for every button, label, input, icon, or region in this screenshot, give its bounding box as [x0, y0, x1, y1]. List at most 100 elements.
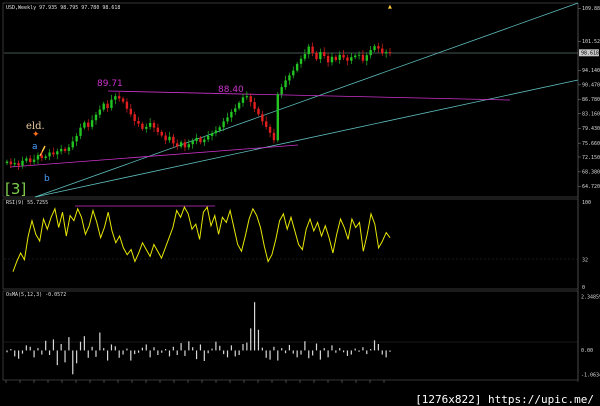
osma-tick-label: 0.00: [581, 348, 593, 354]
candle-body: [71, 141, 74, 148]
candle-body: [21, 160, 24, 166]
candle-body: [56, 151, 59, 155]
rsi-header: RSI(9) 55.7255: [6, 200, 48, 206]
candle-body: [365, 55, 368, 61]
label-b: b: [44, 174, 50, 184]
candle-body: [176, 143, 179, 147]
candle-body: [94, 114, 98, 121]
candle-body: [357, 54, 361, 56]
candle-body: [125, 101, 129, 109]
candle-body: [160, 132, 163, 136]
candle-body: [245, 96, 249, 98]
candle-body: [280, 87, 283, 95]
candle-body: [323, 52, 326, 57]
candle-body: [25, 158, 28, 161]
rsi-scale: 100 32 0: [582, 200, 591, 291]
candle-body: [284, 80, 287, 88]
candle-body: [361, 54, 365, 61]
candle-body: [210, 133, 214, 136]
candle-body: [295, 63, 299, 71]
candle-body: [164, 135, 167, 141]
rsi-tick-label: 0: [582, 285, 585, 291]
candle-body: [172, 136, 175, 144]
candle-body: [218, 127, 221, 131]
candle-body: [44, 156, 47, 158]
candle-body: [168, 136, 171, 141]
candle-body: [17, 163, 20, 166]
candle-body: [334, 56, 338, 60]
candle-body: [87, 122, 90, 127]
candle-body: [152, 122, 156, 128]
candle-body: [265, 121, 268, 127]
candle-body: [133, 114, 136, 121]
candle-body: [261, 114, 264, 122]
candle-body: [377, 46, 380, 49]
candle-body: [148, 122, 152, 127]
price-tick-label: 101.520: [582, 39, 600, 45]
candle-body: [98, 109, 102, 115]
candle-body: [141, 123, 144, 129]
main-panel-frame: [2, 2, 579, 198]
candle-body: [110, 99, 113, 108]
candle-body: [373, 46, 376, 51]
candle-body: [350, 57, 353, 61]
price-tick-label: 83.160: [582, 111, 600, 117]
candle-body: [338, 54, 341, 60]
label-wave-3: [3]: [5, 180, 26, 198]
candle-body: [307, 46, 310, 55]
candle-body: [292, 70, 295, 76]
candle-body: [222, 121, 225, 128]
candle-body: [214, 130, 218, 134]
candle-body: [75, 135, 78, 142]
osma-panel-frame: [2, 290, 579, 381]
rsi-series-line: [12, 205, 391, 272]
candle-body: [90, 120, 94, 127]
osma-bars-layer: [6, 302, 391, 375]
candle-body: [253, 102, 256, 109]
candle-body: [299, 58, 303, 64]
candle-body: [353, 55, 357, 58]
candle-body: [187, 144, 191, 148]
current-price-label: 98.618: [581, 51, 599, 57]
watermark: [1276x822] https://upic.me/: [415, 393, 594, 406]
arrow-marker: ▲: [388, 4, 392, 10]
candle-body: [52, 152, 55, 155]
candle-body: [67, 147, 71, 151]
candle-body: [121, 98, 125, 102]
candle-body: [156, 127, 160, 132]
candle-body: [369, 50, 372, 56]
main-header: USD,Weekly 97.935 98.795 97.780 98.618: [6, 5, 120, 11]
candle-body: [226, 117, 229, 122]
candle-body: [272, 132, 276, 141]
label-a: a: [32, 142, 38, 152]
candle-body: [319, 52, 322, 60]
price-tick-label: 86.780: [582, 97, 600, 103]
candle-body: [117, 96, 121, 99]
yellow-arrow-icon: [39, 145, 46, 157]
candle-body: [342, 54, 345, 58]
price-tick-label: 64.720: [582, 184, 600, 190]
candle-body: [346, 57, 349, 61]
candle-body: [59, 148, 63, 152]
candle-body: [206, 135, 210, 140]
label-88-40: 88.40: [218, 85, 244, 95]
candle-body: [129, 108, 132, 115]
candle-body: [268, 126, 272, 133]
candle-body: [288, 75, 291, 81]
candle-body: [13, 163, 16, 165]
candle-body: [191, 141, 194, 145]
candle-body: [79, 127, 82, 136]
osma-header: OsMA(5,12,3) -0.0572: [6, 292, 66, 298]
candle-body: [384, 52, 388, 54]
label-89-71: 89.71: [97, 79, 123, 89]
candle-body: [179, 142, 183, 147]
candle-body: [311, 46, 314, 53]
main-price-scale: 109.880 101.520 98.618 94.140 90.470 86.780 83…: [578, 6, 600, 190]
candle-body: [48, 152, 51, 157]
candle-body: [326, 56, 330, 63]
orange-diamond-icon: ✦: [32, 130, 40, 140]
rsi-panel-frame: [2, 198, 579, 290]
candles-layer: [5, 42, 392, 170]
price-tick-label: 68.380: [582, 170, 600, 176]
candle-body: [36, 155, 40, 160]
